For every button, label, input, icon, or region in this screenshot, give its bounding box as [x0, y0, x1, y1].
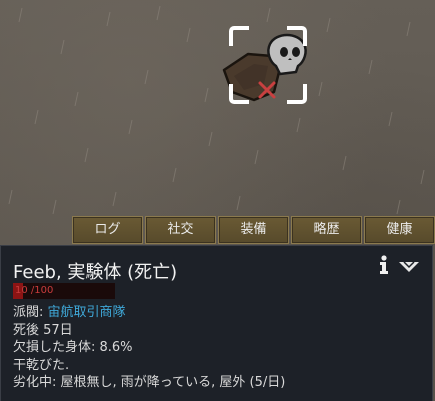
selection-corner-bottom-left	[229, 84, 249, 104]
time-dead-line: 死後 57日	[13, 322, 73, 338]
inspect-panel: Feeb, 実験体 (死亡) 10 /100 派閥: 宙航取引商隊 死後 57日…	[0, 245, 433, 401]
health-value: 10 /100	[15, 285, 54, 296]
selection-corner-top-left	[229, 26, 249, 46]
missing-body-line: 欠損した身体: 8.6%	[13, 340, 133, 355]
tab-social[interactable]: 社交	[145, 216, 216, 244]
selection-bracket	[229, 26, 307, 104]
deterioration-line: 劣化中: 屋根無し, 雨が降っている, 屋外 (5/日)	[13, 375, 286, 390]
status-lines: 派閥: 宙航取引商隊 死後 57日 欠損した身体: 8.6% 干乾びた. 劣化中…	[13, 304, 285, 392]
faction-label: 派閥:	[13, 305, 48, 320]
tab-health[interactable]: 健康	[364, 216, 435, 244]
dropdown-chevron-icon[interactable]	[398, 261, 420, 273]
tab-gear[interactable]: 装備	[218, 216, 289, 244]
faction-line: 派閥: 宙航取引商隊	[13, 304, 285, 322]
info-icon[interactable]	[376, 255, 392, 275]
faction-link[interactable]: 宙航取引商隊	[48, 305, 126, 320]
selection-corner-bottom-right	[287, 84, 307, 104]
tab-bio[interactable]: 略歴	[291, 216, 362, 244]
pawn-name-title: Feeb, 実験体 (死亡)	[13, 262, 178, 283]
desiccated-line: 干乾びた.	[13, 357, 70, 373]
health-bar: 10 /100	[13, 283, 115, 299]
inspect-tab-bar: ログ 社交 装備 略歴 健康	[72, 216, 435, 244]
selection-corner-top-right	[287, 26, 307, 46]
tab-log[interactable]: ログ	[72, 216, 143, 244]
